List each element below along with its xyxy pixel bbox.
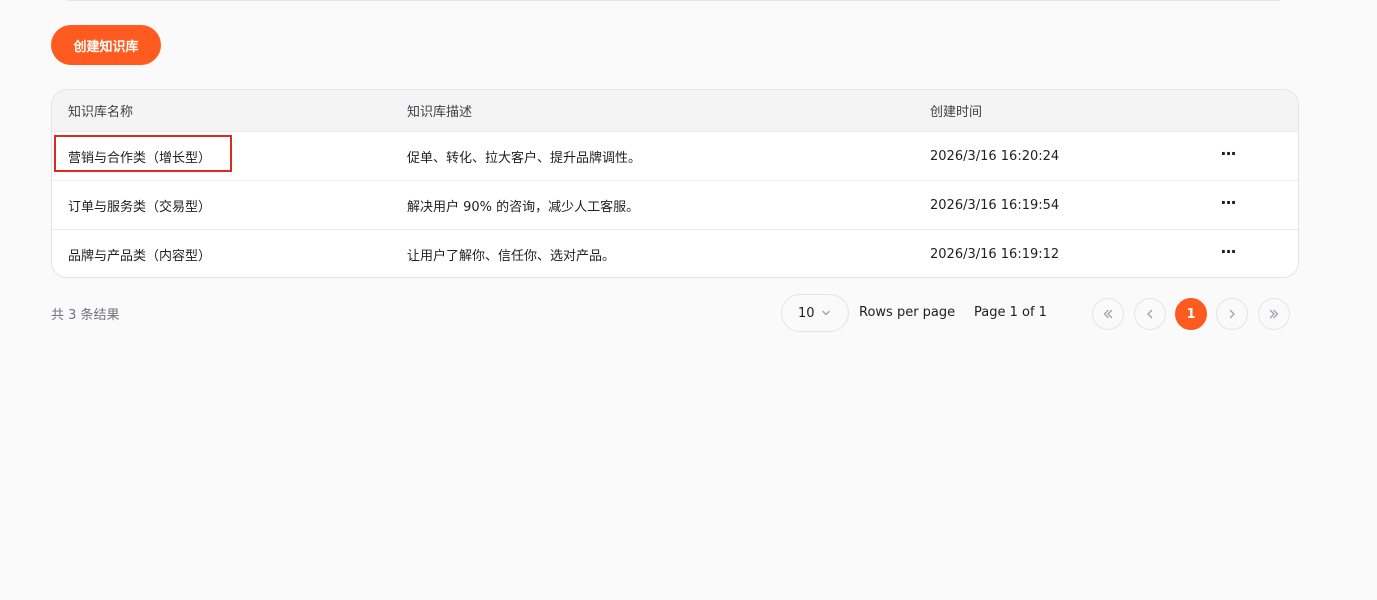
rows-per-page-label: Rows per page <box>859 305 956 320</box>
result-count: 共 3 条结果 <box>51 308 120 323</box>
top-divider <box>68 0 1280 1</box>
row-description: 解决用户 90% 的咨询，减少人工客服。 <box>407 199 640 215</box>
table-row[interactable]: 品牌与产品类（内容型） 让用户了解你、信任你、选对产品。 2026/3/16 1… <box>52 230 1298 277</box>
rows-per-page-value: 10 <box>798 305 815 321</box>
create-knowledge-base-button[interactable]: 创建知识库 <box>51 25 161 65</box>
row-description: 促单、转化、拉大客户、提升品牌调性。 <box>407 150 642 166</box>
previous-page-button[interactable] <box>1134 298 1166 330</box>
row-name[interactable]: 订单与服务类（交易型） <box>68 181 211 229</box>
row-name[interactable]: 品牌与产品类（内容型） <box>68 230 211 277</box>
knowledge-base-table: 知识库名称 知识库描述 创建时间 营销与合作类（增长型） 促单、转化、拉大客户、… <box>51 89 1299 278</box>
row-actions[interactable]: ··· <box>1210 230 1246 277</box>
column-header-created: 创建时间 <box>930 105 983 120</box>
chevrons-right-icon <box>1269 309 1279 319</box>
chevron-right-icon <box>1229 309 1235 319</box>
table-row[interactable]: 订单与服务类（交易型） 解决用户 90% 的咨询，减少人工客服。 2026/3/… <box>52 181 1298 230</box>
page-1-button[interactable]: 1 <box>1175 298 1207 330</box>
chevron-left-icon <box>1147 309 1153 319</box>
rows-per-page-select[interactable]: 10 <box>781 294 849 332</box>
more-horizontal-icon[interactable]: ··· <box>1220 146 1236 166</box>
last-page-button[interactable] <box>1258 298 1290 330</box>
more-horizontal-icon[interactable]: ··· <box>1220 195 1236 215</box>
column-header-name: 知识库名称 <box>68 105 134 120</box>
page-info: Page 1 of 1 <box>974 305 1047 320</box>
first-page-button[interactable] <box>1092 298 1124 330</box>
row-actions[interactable]: ··· <box>1210 181 1246 229</box>
table-row[interactable]: 营销与合作类（增长型） 促单、转化、拉大客户、提升品牌调性。 2026/3/16… <box>52 132 1298 181</box>
chevrons-left-icon <box>1103 309 1113 319</box>
row-name[interactable]: 营销与合作类（增长型） <box>68 132 211 180</box>
table-header: 知识库名称 知识库描述 创建时间 <box>52 90 1298 132</box>
row-actions[interactable]: ··· <box>1210 132 1246 180</box>
column-header-description: 知识库描述 <box>407 105 473 120</box>
next-page-button[interactable] <box>1216 298 1248 330</box>
row-description: 让用户了解你、信任你、选对产品。 <box>407 248 616 264</box>
row-created-time: 2026/3/16 16:19:54 <box>930 197 1060 213</box>
more-horizontal-icon[interactable]: ··· <box>1220 244 1236 264</box>
chevron-down-icon <box>822 310 830 316</box>
row-created-time: 2026/3/16 16:20:24 <box>930 148 1060 164</box>
row-created-time: 2026/3/16 16:19:12 <box>930 246 1060 262</box>
